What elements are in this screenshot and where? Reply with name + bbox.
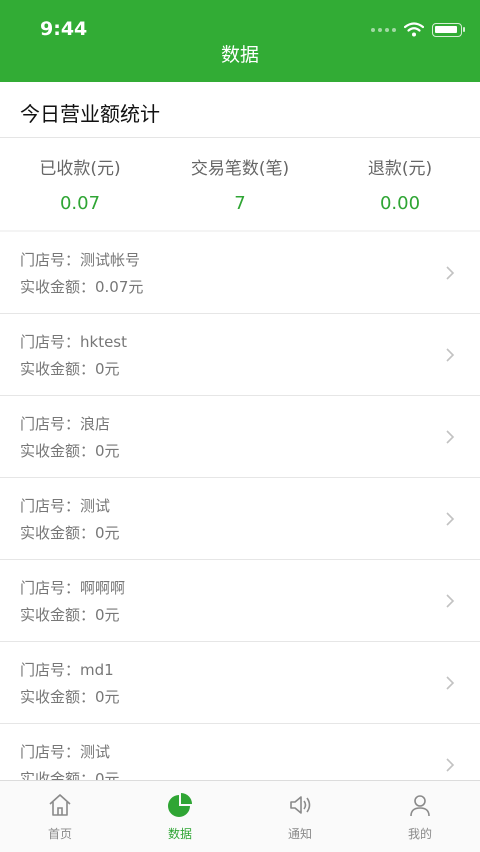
store-amount: 实收金额：0元 [20,606,120,624]
speaker-icon [290,796,311,814]
chevron-right-icon [446,758,455,772]
stat-received: 已收款(元) 0.07 [0,138,160,230]
store-name: 门店号：测试 [20,497,111,515]
stat-value: 7 [234,193,246,214]
chevron-right-icon [446,512,455,526]
summary-card: 今日营业额统计 已收款(元) 0.07 交易笔数(笔) 7 退款(元) 0.00 [0,82,480,230]
stat-refund: 退款(元) 0.00 [320,138,480,230]
tab-label: 通知 [287,827,312,841]
tab-bar: 首页 数据 通知 我的 [0,780,480,852]
store-row[interactable]: 门店号：md1 实收金额：0元 [0,642,480,724]
chevron-right-icon [446,594,455,608]
tab-label: 数据 [167,827,192,841]
store-name: 门店号：md1 [20,661,114,679]
user-icon [410,795,430,817]
cellular-signal-icon [371,27,396,32]
store-amount: 实收金额：0元 [20,770,120,780]
stats-row: 已收款(元) 0.07 交易笔数(笔) 7 退款(元) 0.00 [0,138,480,230]
pie-chart-icon [168,793,192,817]
status-icons [371,22,465,37]
stat-value: 0.07 [59,193,101,214]
store-amount: 实收金额：0元 [20,688,120,706]
chevron-right-icon [446,348,455,362]
store-row[interactable]: 门店号：浪店 实收金额：0元 [0,396,480,478]
summary-title: 今日营业额统计 [20,102,160,126]
store-row[interactable]: 门店号：测试 实收金额：0元 [0,478,480,560]
tab-label: 首页 [47,827,72,841]
store-amount: 实收金额：0.07元 [20,278,144,296]
chevron-right-icon [446,430,455,444]
tab-label: 我的 [407,827,432,841]
stat-transactions: 交易笔数(笔) 7 [160,138,320,230]
chevron-right-icon [446,676,455,690]
store-row[interactable]: 门店号：测试帐号 实收金额：0.07元 [0,232,480,314]
page-title: 数据 [220,44,259,66]
status-time: 9:44 [40,18,88,40]
store-name: 门店号：测试帐号 [20,251,141,269]
store-name: 门店号：啊啊啊 [20,579,126,597]
store-name: 门店号：hktest [20,333,127,351]
store-row[interactable]: 门店号：hktest 实收金额：0元 [0,314,480,396]
stat-label: 已收款(元) [39,159,121,179]
store-amount: 实收金额：0元 [20,524,120,542]
battery-icon [432,22,465,37]
chevron-right-icon [446,266,455,280]
store-name: 门店号：测试 [20,743,111,761]
tab-notifications[interactable]: 通知 [240,781,360,852]
store-name: 门店号：浪店 [20,415,111,433]
stat-value: 0.00 [379,193,421,214]
tab-home[interactable]: 首页 [0,781,120,852]
store-amount: 实收金额：0元 [20,442,120,460]
store-list: 门店号：测试帐号 实收金额：0.07元 门店号：hktest 实收金额：0元 门… [0,232,480,780]
store-amount: 实收金额：0元 [20,360,120,378]
tab-profile[interactable]: 我的 [360,781,480,852]
tab-data[interactable]: 数据 [120,781,240,852]
store-row[interactable]: 门店号：测试 实收金额：0元 [0,724,480,780]
stat-label: 交易笔数(笔) [190,159,290,179]
wifi-icon [404,22,424,37]
store-row[interactable]: 门店号：啊啊啊 实收金额：0元 [0,560,480,642]
stat-label: 退款(元) [367,159,433,179]
app-header: 9:44 数据 [0,0,480,82]
home-icon [49,794,71,816]
